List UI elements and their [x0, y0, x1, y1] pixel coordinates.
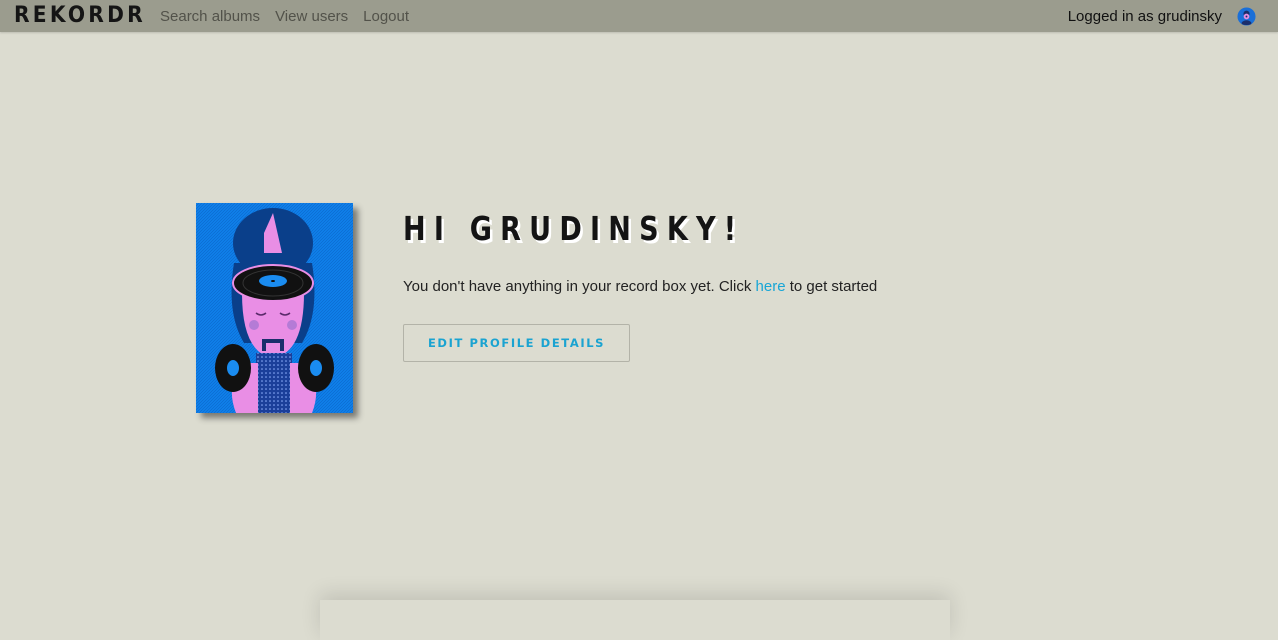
brand-logo[interactable]: REKORDR — [14, 1, 146, 31]
edit-profile-button[interactable]: Edit profile details — [403, 324, 630, 362]
logged-in-label: Logged in as grudinsky — [1067, 7, 1222, 25]
empty-record-box-message: You don't have anything in your record b… — [403, 277, 877, 297]
nav-link-logout[interactable]: Logout — [363, 8, 409, 25]
top-navbar: REKORDR Search albums View users Logout … — [0, 0, 1278, 32]
get-started-link[interactable]: here — [756, 278, 786, 295]
nav-link-search-albums[interactable]: Search albums — [160, 8, 260, 25]
user-avatar-icon[interactable] — [1237, 6, 1256, 26]
profile-illustration — [196, 203, 353, 413]
nav-links: Search albums View users Logout — [160, 0, 424, 32]
message-text-before: You don't have anything in your record b… — [403, 278, 756, 295]
bottom-panel-edge — [320, 600, 950, 640]
nav-link-view-users[interactable]: View users — [275, 8, 348, 25]
message-text-after: to get started — [785, 278, 878, 295]
profile-greeting: Hi grudinsky! — [403, 209, 745, 248]
user-status: Logged in as grudinsky — [1068, 0, 1256, 32]
